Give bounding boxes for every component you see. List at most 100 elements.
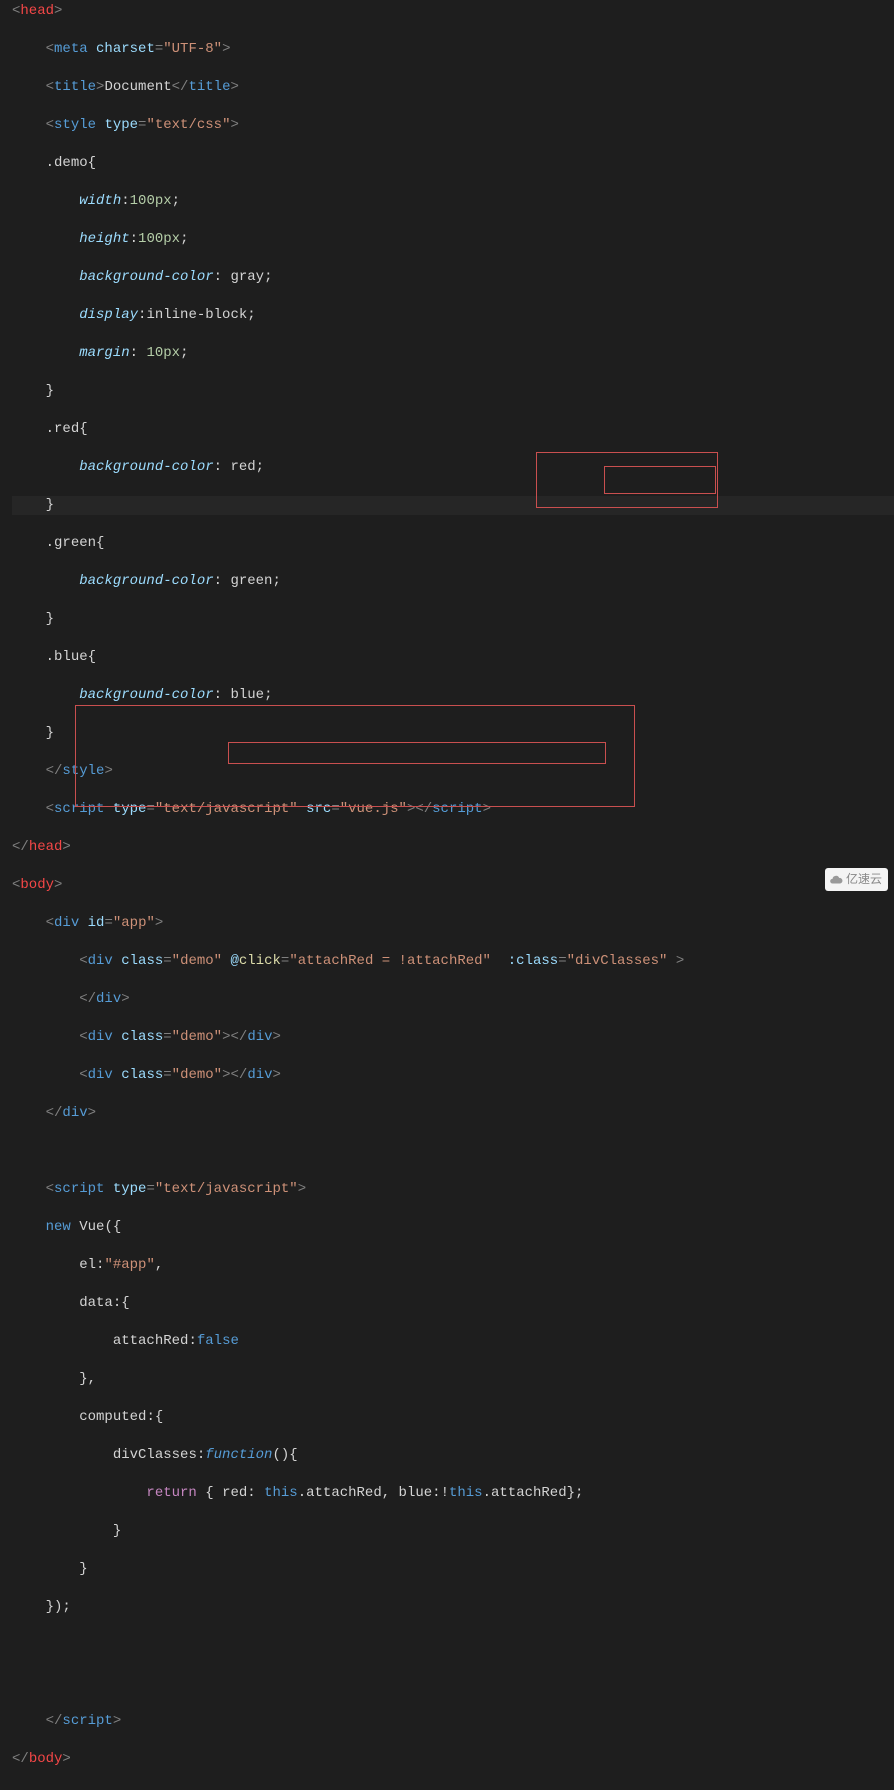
token: > (62, 839, 70, 855)
code-line[interactable]: return { red: this.attachRed, blue:!this… (12, 1484, 894, 1503)
code-editor[interactable]: <head> <meta charset="UTF-8"> <title>Doc… (0, 0, 894, 1790)
code-line[interactable]: }, (12, 1370, 894, 1389)
token: red (222, 1485, 247, 1501)
code-line[interactable]: }); (12, 1598, 894, 1617)
code-line[interactable] (12, 1142, 894, 1161)
token (12, 117, 46, 133)
token: head (20, 3, 54, 19)
code-line[interactable]: </style> (12, 762, 894, 781)
token: Vue (79, 1219, 104, 1235)
token: } (79, 1561, 87, 1577)
code-line[interactable]: attachRed:false (12, 1332, 894, 1351)
code-line[interactable]: background-color: blue; (12, 686, 894, 705)
code-line[interactable]: </script> (12, 1712, 894, 1731)
code-line[interactable]: <style type="text/css"> (12, 116, 894, 135)
token (12, 991, 79, 1007)
code-line[interactable]: display:inline-block; (12, 306, 894, 325)
token (12, 535, 46, 551)
token: style (62, 763, 104, 779)
token: attachRed (306, 1485, 382, 1501)
code-line[interactable]: </div> (12, 1104, 894, 1123)
token (12, 1523, 113, 1539)
token: . (298, 1485, 306, 1501)
token (12, 193, 79, 209)
token: "vue.js" (340, 801, 407, 817)
code-line[interactable]: <div class="demo"></div> (12, 1066, 894, 1085)
token: </ (12, 839, 29, 855)
token: : (197, 1447, 205, 1463)
code-line[interactable]: <title>Document</title> (12, 78, 894, 97)
code-line[interactable] (12, 1636, 894, 1655)
token (113, 1067, 121, 1083)
code-line[interactable]: <meta charset="UTF-8"> (12, 40, 894, 59)
code-line[interactable]: divClasses:function(){ (12, 1446, 894, 1465)
code-line[interactable]: data:{ (12, 1294, 894, 1313)
token: { (96, 535, 104, 551)
code-line[interactable]: <div class="demo"></div> (12, 1028, 894, 1047)
code-line[interactable]: } (12, 610, 894, 629)
token: < (79, 1067, 87, 1083)
token (12, 345, 79, 361)
code-line[interactable]: <div class="demo" @click="attachRed = !a… (12, 952, 894, 971)
token: script (54, 801, 104, 817)
token: "text/javascript" (155, 801, 298, 817)
code-line[interactable]: } (12, 1522, 894, 1541)
code-line[interactable]: } (12, 724, 894, 743)
token (12, 269, 79, 285)
code-line[interactable]: computed:{ (12, 1408, 894, 1427)
watermark-badge: 亿速云 (825, 868, 888, 891)
token: </ (46, 1105, 63, 1121)
token: ; (247, 307, 255, 323)
code-line[interactable]: height:100px; (12, 230, 894, 249)
code-line[interactable]: <div id="app"> (12, 914, 894, 933)
code-line[interactable]: } (12, 496, 894, 515)
code-line[interactable]: width:100px; (12, 192, 894, 211)
token: } (46, 611, 54, 627)
code-line[interactable]: el:"#app", (12, 1256, 894, 1275)
code-line[interactable]: .red{ (12, 420, 894, 439)
token: : (130, 231, 138, 247)
token: > (483, 801, 491, 817)
code-line[interactable]: .demo{ (12, 154, 894, 173)
token: > (298, 1181, 306, 1197)
code-line[interactable]: </body> (12, 1750, 894, 1769)
code-line[interactable]: <script type="text/javascript" src="vue.… (12, 800, 894, 819)
code-line[interactable]: background-color: green; (12, 572, 894, 591)
token (12, 41, 46, 57)
token: "app" (113, 915, 155, 931)
code-line[interactable]: .green{ (12, 534, 894, 553)
token (12, 1029, 79, 1045)
token: = (104, 915, 112, 931)
code-line[interactable]: .blue{ (12, 648, 894, 667)
token: : (432, 1485, 440, 1501)
token: < (46, 801, 54, 817)
token: :{ (146, 1409, 163, 1425)
token: function (205, 1447, 272, 1463)
code-line[interactable]: margin: 10px; (12, 344, 894, 363)
token: .red (46, 421, 80, 437)
code-line[interactable]: </head> (12, 838, 894, 857)
code-line[interactable]: <script type="text/javascript"> (12, 1180, 894, 1199)
token: } (46, 725, 54, 741)
token: blue (230, 687, 264, 703)
token (12, 1295, 79, 1311)
token: = (163, 953, 171, 969)
token (12, 1181, 46, 1197)
code-line[interactable]: </div> (12, 990, 894, 1009)
token: (){ (272, 1447, 297, 1463)
code-line[interactable]: new Vue({ (12, 1218, 894, 1237)
code-line[interactable]: <body> (12, 876, 894, 895)
token: : (214, 573, 231, 589)
token: attachRed (491, 1485, 567, 1501)
code-line[interactable]: background-color: red; (12, 458, 894, 477)
token: ; (272, 573, 280, 589)
token: ></ (222, 1029, 247, 1045)
code-line[interactable]: <head> (12, 2, 894, 21)
token: > (273, 1029, 281, 1045)
code-line[interactable] (12, 1674, 894, 1693)
code-line[interactable]: } (12, 1560, 894, 1579)
token: click (239, 953, 281, 969)
token (104, 1181, 112, 1197)
code-line[interactable]: background-color: gray; (12, 268, 894, 287)
code-line[interactable]: } (12, 382, 894, 401)
